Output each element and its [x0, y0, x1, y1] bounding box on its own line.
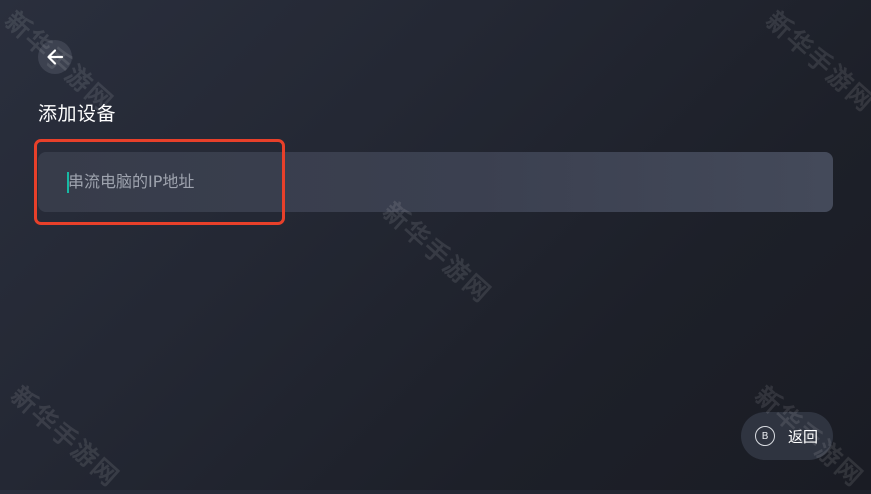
back-button[interactable] — [38, 40, 72, 74]
arrow-left-icon — [47, 49, 64, 65]
ip-address-input[interactable]: 串流电脑的IP地址 — [38, 152, 833, 212]
watermark: 新华手游网 — [760, 5, 871, 118]
page-title: 添加设备 — [38, 103, 117, 125]
return-button[interactable]: B 返回 — [741, 412, 833, 460]
b-key-icon: B — [755, 426, 775, 446]
watermark: 新华手游网 — [5, 380, 125, 493]
return-button-label: 返回 — [788, 427, 819, 446]
ip-address-placeholder: 串流电脑的IP地址 — [68, 172, 195, 191]
